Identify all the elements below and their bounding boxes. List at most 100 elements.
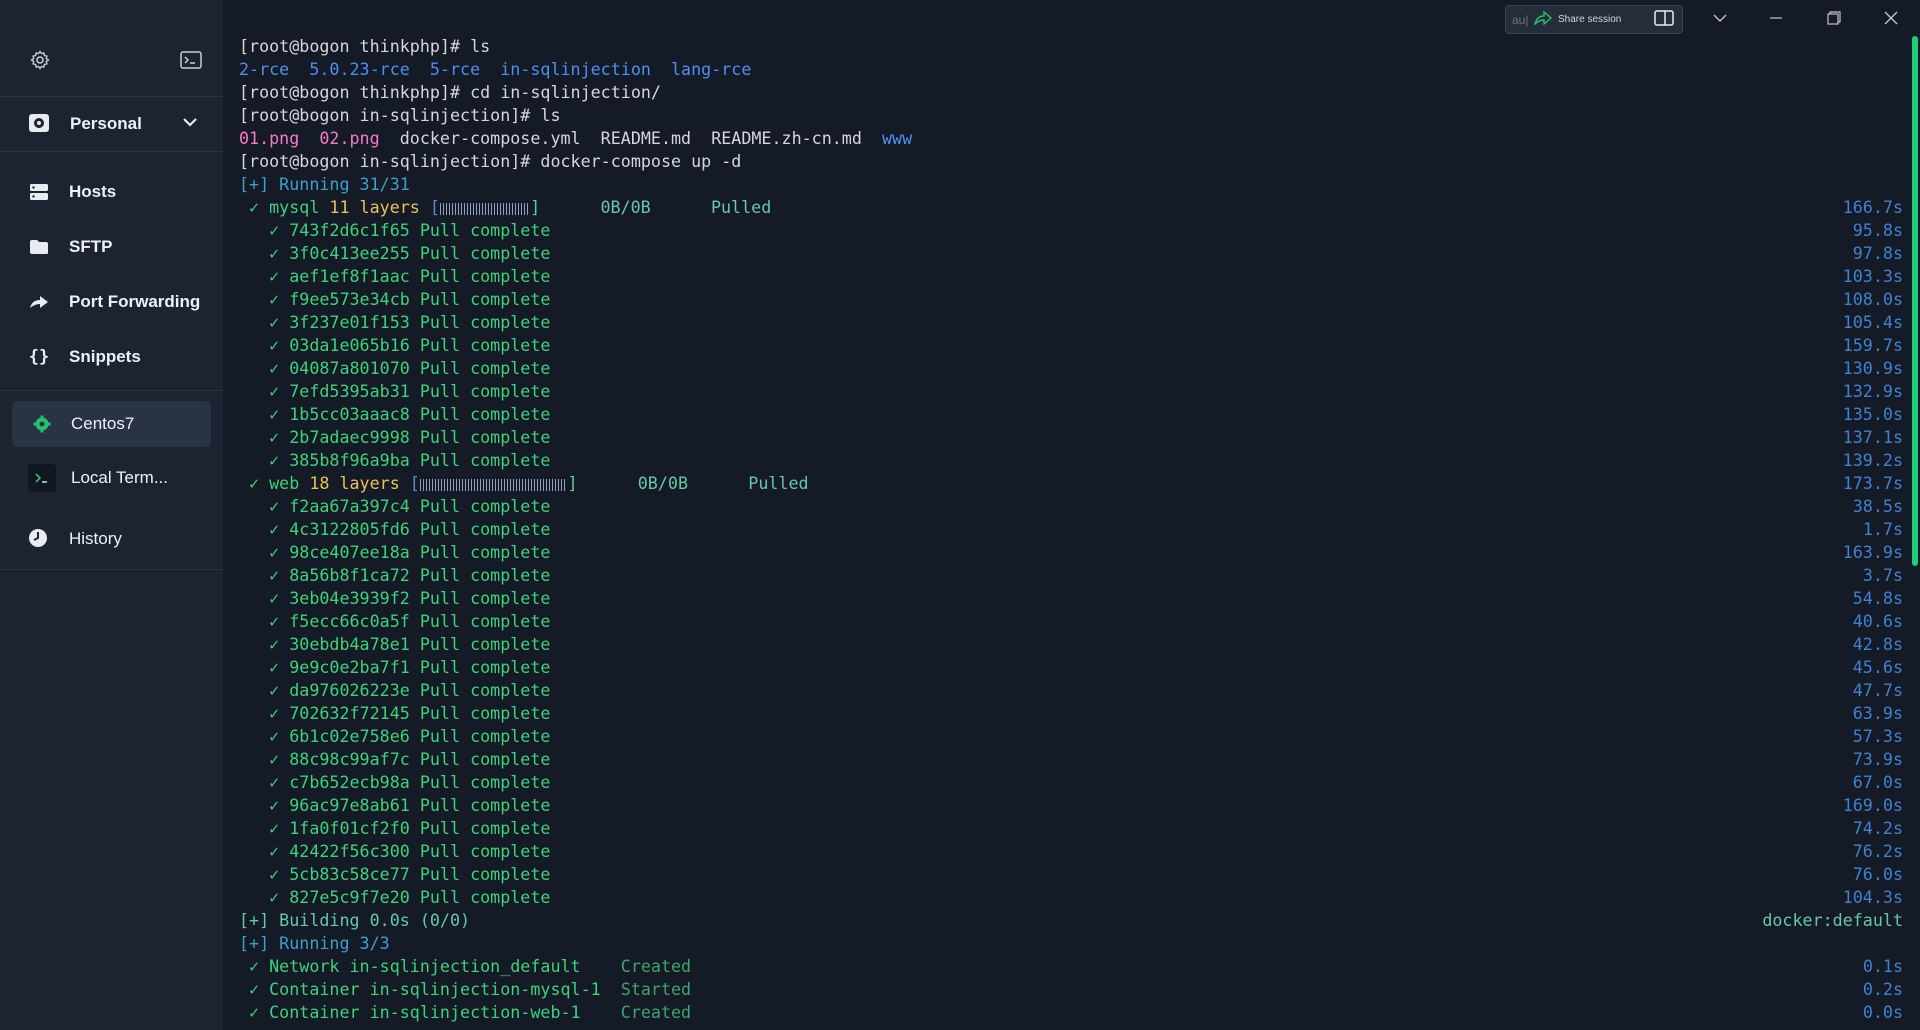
terminal-text: [+] Running 31/31 [239,174,410,194]
terminal-text: 18 layers [309,473,400,493]
sidebar: Personal Hosts SFTP Port Forwarding {} S… [0,0,223,1030]
sidebar-item-hosts[interactable]: Hosts [0,164,223,219]
sidebar-top [0,0,223,97]
settings-gear-icon[interactable] [28,48,52,72]
terminal-duration: 166.7s [1842,197,1903,217]
terminal-text: [root@bogon in-sqlinjection]# ls [239,105,561,125]
terminal-line: ✓ 3f237e01f153 Pull complete 105.4s [239,311,1903,334]
terminal-window-icon[interactable] [179,48,203,72]
sidebar-item-history[interactable]: History [0,509,223,570]
terminal-duration: 108.0s [1842,289,1903,309]
terminal-output[interactable]: [root@bogon thinkphp]# ls 2-rce 5.0.23-rc… [239,35,1903,1024]
terminal-text: 01.png [239,128,300,148]
terminal-line: ✓ 2b7adaec9998 Pull complete 137.1s [239,426,1903,449]
terminal-text: ✓ f2aa67a397c4 Pull complete [239,496,551,516]
terminal-line: ✓ 9e9c0e2ba7f1 Pull complete 45.6s [239,656,1903,679]
share-session-box[interactable]: au| Share session [1505,5,1683,34]
terminal-line: ✓ 30ebdb4a78e1 Pull complete 42.8s [239,633,1903,656]
terminal-duration: 135.0s [1842,404,1903,424]
terminal-text: ] 0B/0B Pulled [567,473,809,493]
terminal-line: ✓ f9ee573e34cb Pull complete 108.0s [239,288,1903,311]
terminal-text: ✓ Container in-sqlinjection-web-1 [239,1002,621,1022]
terminal-line: ✓ Container in-sqlinjection-mysql-1 Star… [239,978,1903,1001]
terminal-text: ✓ 827e5c9f7e20 Pull complete [239,887,551,907]
terminal-line: 01.png 02.png docker-compose.yml README.… [239,127,1903,150]
session-tab-centos7[interactable]: Centos7 [12,401,211,447]
terminal-line: ✓ 827e5c9f7e20 Pull complete 104.3s [239,886,1903,909]
terminal-duration: 54.8s [1852,588,1903,608]
gear-green-icon [28,410,56,438]
terminal-text: in-sqlinjection [500,59,651,79]
terminal-line: ✓ da976026223e Pull complete 47.7s [239,679,1903,702]
port-forward-icon [28,291,50,313]
sidebar-item-sftp[interactable]: SFTP [0,219,223,274]
terminal-line: [+] Running 31/31 [239,173,1903,196]
minimize-icon[interactable] [1762,4,1790,32]
terminal-line: ✓ 6b1c02e758e6 Pull complete 57.3s [239,725,1903,748]
terminal-text: ✓ 3f237e01f153 Pull complete [239,312,551,332]
terminal-text: ✓ Network in-sqlinjection_default [239,956,621,976]
terminal-text: Created [620,956,692,976]
terminal-line: ✓ 42422f56c300 Pull complete 76.2s [239,840,1903,863]
terminal-text: lang-rce [671,59,752,79]
vault-selector[interactable]: Personal [0,97,223,152]
sidebar-item-label: Snippets [69,346,141,366]
chevron-down-icon[interactable] [1706,4,1734,32]
terminal-scrollbar[interactable] [1912,36,1918,566]
terminal-text: ✓ 2b7adaec9998 Pull complete [239,427,551,447]
terminal-line: ✓ f2aa67a397c4 Pull complete 38.5s [239,495,1903,518]
terminal-line: ✓ 1b5cc03aaac8 Pull complete 135.0s [239,403,1903,426]
terminal-duration: 163.9s [1842,542,1903,562]
terminal-duration: 1.7s [1862,519,1903,539]
share-session-label: Share session [1558,14,1622,25]
terminal-line: ✓ 385b8f96a9ba Pull complete 139.2s [239,449,1903,472]
terminal-text: [root@bogon in-sqlinjection]# docker-com… [239,151,742,171]
terminal-text: [ [399,473,420,493]
terminal-duration: 38.5s [1852,496,1903,516]
terminal-line: [+] Building 0.0s (0/0) docker:default [239,909,1903,932]
share-input[interactable]: au| [1512,13,1534,27]
terminal-duration: 73.9s [1852,749,1903,769]
share-arrow-icon [1533,10,1553,28]
sidebar-item-label: SFTP [69,236,113,256]
terminal-duration: 103.3s [1842,266,1903,286]
terminal-text: ✓ f9ee573e34cb Pull complete [239,289,551,309]
terminal-duration: 104.3s [1842,887,1903,907]
sidebar-item-port-forwarding[interactable]: Port Forwarding [0,274,223,329]
terminal-text: ✓ da976026223e Pull complete [239,680,551,700]
split-view-icon[interactable] [1654,10,1674,29]
terminal-line: ✓ 3f0c413ee255 Pull complete 97.8s [239,242,1903,265]
terminal-duration: 0.0s [1862,1002,1903,1022]
chevron-down-icon[interactable] [181,113,199,136]
terminal-line: [root@bogon thinkphp]# cd in-sqlinjectio… [239,81,1903,104]
terminal-icon [28,464,56,492]
terminal-line: ✓ 743f2d6c1f65 Pull complete 95.8s [239,219,1903,242]
terminal-text: ✓ 743f2d6c1f65 Pull complete [239,220,551,240]
restore-icon[interactable] [1820,4,1848,32]
session-tab-local-terminal[interactable]: Local Term... [12,455,211,501]
terminal-text: [root@bogon thinkphp]# ls [239,36,491,56]
terminal-text: ✓ 9e9c0e2ba7f1 Pull complete [239,657,551,677]
terminal-line: ✓ 8a56b8f1ca72 Pull complete 3.7s [239,564,1903,587]
terminal-text: ✓ 3f0c413ee255 Pull complete [239,243,551,263]
terminal-duration: 159.7s [1842,335,1903,355]
terminal-pane[interactable]: [root@bogon thinkphp]# ls 2-rce 5.0.23-rc… [223,0,1920,1030]
sidebar-item-label: Port Forwarding [69,291,201,311]
terminal-duration: 76.2s [1852,841,1903,861]
session-label: Centos7 [71,414,135,433]
terminal-line: ✓ 04087a801070 Pull complete 130.9s [239,357,1903,380]
progress-bar [419,478,568,491]
clock-icon [28,528,50,550]
terminal-text: [+] Running 3/3 [239,933,390,953]
terminal-text: [root@bogon thinkphp]# cd in-sqlinjectio… [239,82,661,102]
terminal-text: 02.png [319,128,380,148]
terminal-duration: 0.2s [1862,979,1903,999]
terminal-duration: 137.1s [1842,427,1903,447]
terminal-line: ✓ 702632f72145 Pull complete 63.9s [239,702,1903,725]
terminal-duration: 40.6s [1852,611,1903,631]
terminal-line: ✓ 88c98c99af7c Pull complete 73.9s [239,748,1903,771]
sidebar-item-snippets[interactable]: {} Snippets [0,329,223,384]
terminal-text: ✓ 88c98c99af7c Pull complete [239,749,551,769]
close-icon[interactable] [1877,4,1905,32]
